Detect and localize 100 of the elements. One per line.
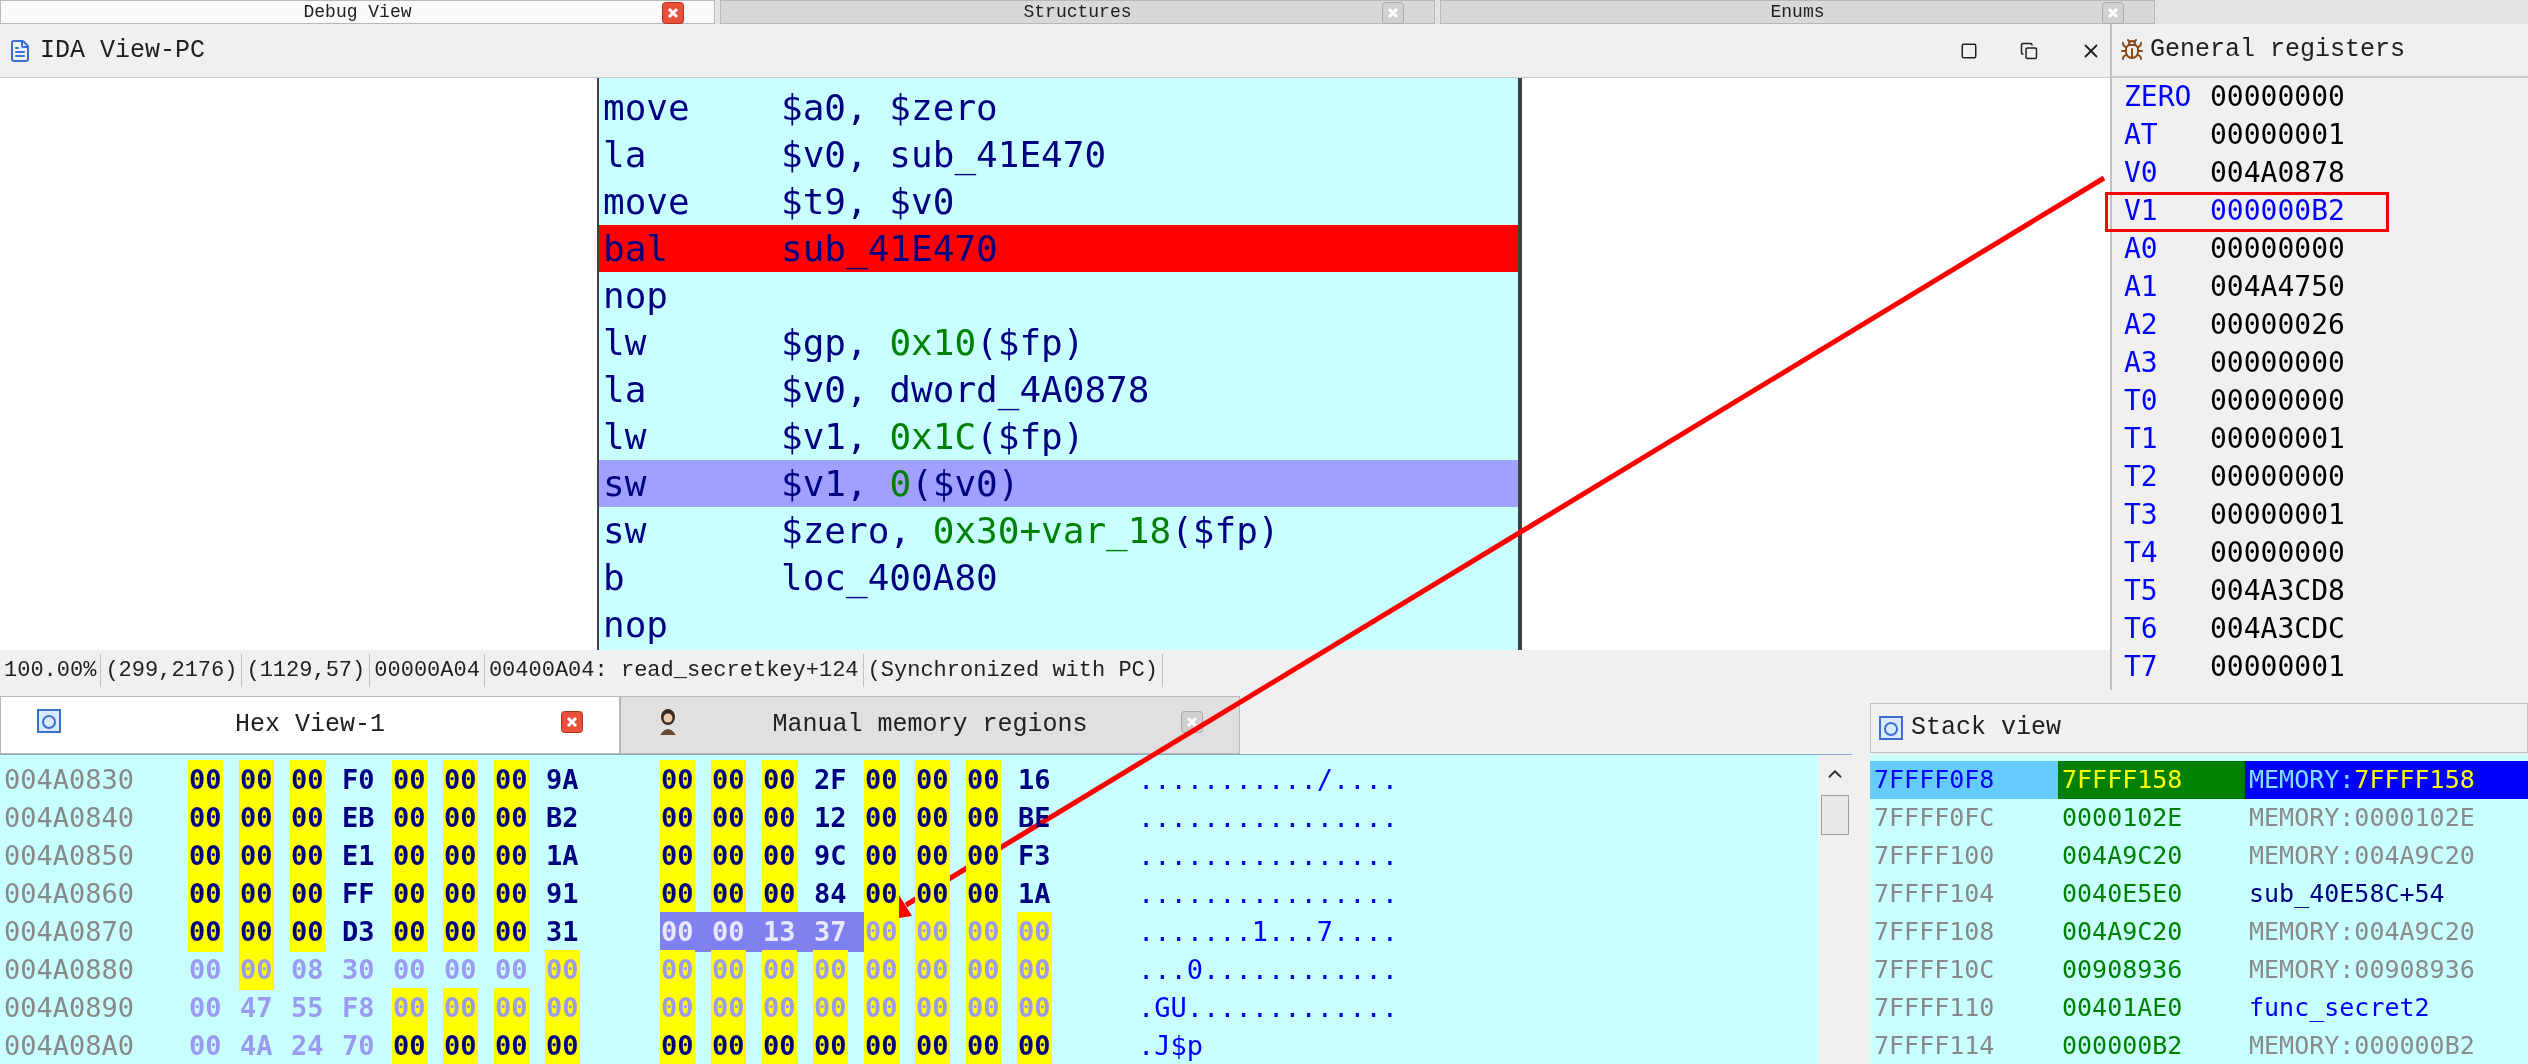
hex-byte[interactable]: 00 [494,1025,529,1064]
hex-byte[interactable]: 00 [239,835,274,877]
scrollbar[interactable] [1818,755,1852,1064]
hex-byte[interactable]: 00 [392,873,427,915]
code-line[interactable]: nop [599,272,1518,319]
hex-byte[interactable]: 00 [864,1025,899,1064]
code-line[interactable]: move $t9, $v0 [599,178,1518,225]
maximize-icon[interactable] [1960,41,1978,60]
tab[interactable]: Hex View-1 [0,696,620,754]
hex-byte[interactable]: 00 [660,873,695,915]
hex-byte[interactable]: 00 [915,873,950,915]
hex-byte[interactable]: 00 [545,1025,580,1064]
hex-byte[interactable]: 00 [239,797,274,839]
stack-row[interactable]: 7FFFF114 000000B2 MEMORY:000000B2 [1870,1027,2528,1064]
code-line[interactable]: la $v0, dword_4A0878 [599,366,1518,413]
hex-byte[interactable]: 00 [290,835,325,877]
hex-byte[interactable]: 00 [711,759,746,801]
close-icon[interactable] [662,2,684,24]
stack-row[interactable]: 7FFFF0FC 0000102E MEMORY:0000102E [1870,799,2528,837]
hex-byte[interactable]: 00 [494,797,529,839]
code-line[interactable]: sw $zero, 0x30+var_18($fp) [599,507,1518,554]
stack-row[interactable]: 7FFFF0F8 7FFFF158 MEMORY:7FFFF158 [1870,761,2528,799]
hex-byte[interactable]: 00 [762,1025,797,1064]
hex-byte[interactable]: 00 [494,873,529,915]
hex-byte[interactable]: 00 [188,797,223,839]
hex-byte[interactable]: 00 [915,835,950,877]
code-line[interactable]: b loc_400A80 [599,554,1518,601]
hex-byte[interactable]: 00 [290,873,325,915]
hex-byte[interactable]: 00 [443,911,478,953]
hex-byte[interactable]: 00 [711,835,746,877]
stack-row[interactable]: 7FFFF104 0040E5E0 sub_40E58C+54 [1870,875,2528,913]
hex-byte[interactable]: 00 [711,873,746,915]
hex-byte[interactable]: 00 [443,759,478,801]
code-line[interactable]: lw $v1, 0x1C($fp) [599,413,1518,460]
hex-byte[interactable]: 00 [966,873,1001,915]
hex-byte[interactable]: 00 [711,1025,746,1064]
hex-byte[interactable]: 00 [188,911,223,953]
hex-byte[interactable]: 00 [915,1025,950,1064]
hex-byte[interactable]: 00 [864,835,899,877]
hex-byte[interactable]: 00 [443,797,478,839]
hex-byte[interactable]: 00 [290,911,325,953]
hex-byte[interactable]: 00 [188,835,223,877]
hex-byte[interactable]: 00 [966,797,1001,839]
hex-byte[interactable]: 00 [392,797,427,839]
tab[interactable]: Manual memory regions [620,696,1240,754]
tab[interactable]: Debug View [0,0,715,24]
hex-byte[interactable]: 00 [813,1025,848,1064]
hex-byte[interactable]: 00 [443,835,478,877]
operands: $zero, 0x30+var_18($fp) [781,509,1280,554]
stack-value: 000000B2 [2061,1030,2184,1063]
code-line[interactable]: la $v0, sub_41E470 [599,131,1518,178]
hex-byte[interactable]: 00 [762,873,797,915]
tab[interactable]: Structures [720,0,1435,24]
hex-byte[interactable]: 00 [239,873,274,915]
hex-byte[interactable]: 00 [392,911,427,953]
scroll-thumb[interactable] [1821,795,1849,835]
code-line[interactable]: nop [599,601,1518,648]
hex-byte[interactable]: 00 [762,835,797,877]
hex-byte[interactable]: 00 [239,759,274,801]
close-icon[interactable] [561,711,583,733]
stack-address: 7FFFF0F8 [1870,761,2058,799]
hex-address: 004A0850 [3,838,136,873]
hex-byte[interactable]: 00 [660,797,695,839]
hex-byte[interactable]: 00 [915,797,950,839]
hex-byte[interactable]: 00 [864,873,899,915]
hex-byte[interactable]: 00 [188,873,223,915]
hex-byte[interactable]: 00 [711,797,746,839]
stack-comment: MEMORY:00908936 [2248,954,2476,987]
hex-byte[interactable]: 00 [864,759,899,801]
hex-byte[interactable]: 00 [494,835,529,877]
stack-row[interactable]: 7FFFF110 00401AE0 func_secret2 [1870,989,2528,1027]
hex-byte[interactable]: 00 [494,911,529,953]
hex-byte[interactable]: 00 [290,797,325,839]
hex-byte[interactable]: 00 [915,759,950,801]
hex-byte[interactable]: 00 [660,1025,695,1064]
stack-row[interactable]: 7FFFF100 004A9C20 MEMORY:004A9C20 [1870,837,2528,875]
hex-byte[interactable]: 00 [188,759,223,801]
code-line[interactable]: move $a0, $zero [599,84,1518,131]
hex-byte[interactable]: 00 [864,797,899,839]
hex-byte[interactable]: 00 [966,759,1001,801]
hex-byte[interactable]: 00 [762,759,797,801]
stack-row[interactable]: 7FFFF10C 00908936 MEMORY:00908936 [1870,951,2528,989]
tab[interactable]: Enums [1440,0,2155,24]
hex-byte[interactable]: 00 [660,835,695,877]
restore-icon[interactable] [2020,41,2038,60]
hex-byte[interactable]: 00 [392,835,427,877]
hex-byte[interactable]: 00 [239,911,274,953]
hex-byte[interactable]: 00 [1017,1025,1052,1064]
hex-byte[interactable]: 00 [966,1025,1001,1064]
hex-byte[interactable]: 00 [494,759,529,801]
hex-byte[interactable]: 00 [290,759,325,801]
code-line[interactable]: lw $gp, 0x10($fp) [599,319,1518,366]
hex-byte[interactable]: 00 [660,759,695,801]
hex-byte[interactable]: 00 [762,797,797,839]
hex-byte[interactable]: 00 [443,873,478,915]
hex-byte[interactable]: 00 [392,1025,427,1064]
hex-byte[interactable]: 00 [966,835,1001,877]
hex-byte[interactable]: 00 [392,759,427,801]
stack-row[interactable]: 7FFFF108 004A9C20 MEMORY:004A9C20 [1870,913,2528,951]
hex-byte[interactable]: 00 [443,1025,478,1064]
